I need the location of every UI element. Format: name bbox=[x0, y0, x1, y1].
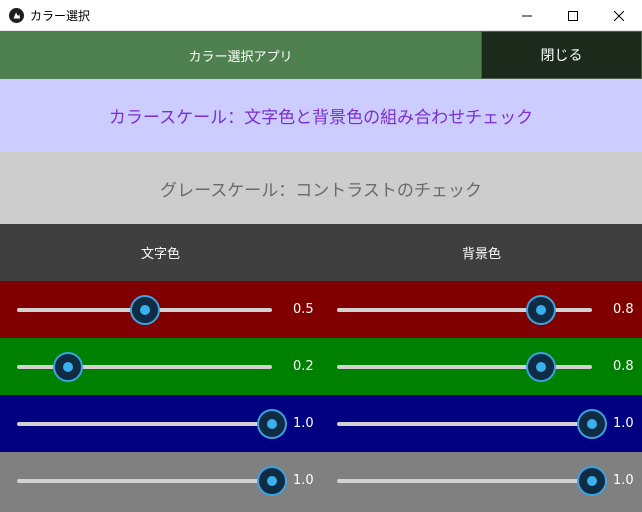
background-blue-value: 1.0 bbox=[613, 416, 634, 431]
slider-row-red: 0.5 0.8 bbox=[0, 281, 642, 338]
close-app-button[interactable]: 閉じる bbox=[481, 31, 642, 79]
app-title-button[interactable]: カラー選択アプリ bbox=[0, 31, 481, 79]
text-green-slider[interactable] bbox=[17, 338, 272, 395]
background-red-value: 0.8 bbox=[613, 302, 634, 317]
background-blue-slider[interactable] bbox=[337, 395, 607, 452]
slider-knob[interactable] bbox=[257, 466, 287, 496]
slider-knob[interactable] bbox=[526, 295, 556, 325]
text-blue-slider[interactable] bbox=[17, 395, 287, 452]
slider-track bbox=[337, 479, 592, 483]
minimize-icon bbox=[522, 15, 532, 16]
background-red-slider[interactable] bbox=[337, 281, 592, 338]
app-topbar: カラー選択アプリ 閉じる bbox=[0, 31, 642, 79]
text-red-value: 0.5 bbox=[293, 302, 314, 317]
slider-knob[interactable] bbox=[53, 352, 83, 382]
text-gray-value: 1.0 bbox=[293, 473, 314, 488]
background-green-slider[interactable] bbox=[337, 338, 592, 395]
slider-row-blue: 1.0 1.0 bbox=[0, 395, 642, 452]
background-green-value: 0.8 bbox=[613, 359, 634, 374]
color-scale-banner: カラースケール：文字色と背景色の組み合わせチェック bbox=[0, 79, 642, 152]
slider-knob[interactable] bbox=[577, 409, 607, 439]
window-close-button[interactable] bbox=[596, 0, 642, 31]
slider-track bbox=[337, 422, 592, 426]
background-gray-slider[interactable] bbox=[337, 452, 607, 509]
slider-knob[interactable] bbox=[129, 295, 160, 325]
text-gray-slider[interactable] bbox=[17, 452, 287, 509]
gray-scale-banner: グレースケール：コントラストのチェック bbox=[0, 152, 642, 224]
text-green-value: 0.2 bbox=[293, 359, 314, 374]
background-color-header: 背景色 bbox=[461, 247, 501, 262]
maximize-button[interactable] bbox=[550, 0, 596, 31]
minimize-button[interactable] bbox=[504, 0, 550, 31]
column-header-row: 文字色 背景色 bbox=[0, 224, 642, 281]
slider-knob[interactable] bbox=[257, 409, 287, 439]
slider-track bbox=[17, 422, 272, 426]
slider-knob[interactable] bbox=[526, 352, 556, 382]
close-icon bbox=[614, 10, 624, 21]
text-blue-value: 1.0 bbox=[293, 416, 314, 431]
slider-row-green: 0.2 0.8 bbox=[0, 338, 642, 395]
window-titlebar: カラー選択 bbox=[0, 0, 642, 31]
text-red-slider[interactable] bbox=[17, 281, 272, 338]
slider-knob[interactable] bbox=[577, 466, 607, 496]
background-gray-value: 1.0 bbox=[613, 473, 634, 488]
slider-track bbox=[17, 479, 272, 483]
maximize-icon bbox=[568, 10, 578, 21]
app-logo-icon bbox=[9, 8, 24, 23]
slider-row-gray: 1.0 1.0 bbox=[0, 452, 642, 512]
window-title: カラー選択 bbox=[30, 9, 91, 23]
text-color-header: 文字色 bbox=[140, 247, 180, 262]
